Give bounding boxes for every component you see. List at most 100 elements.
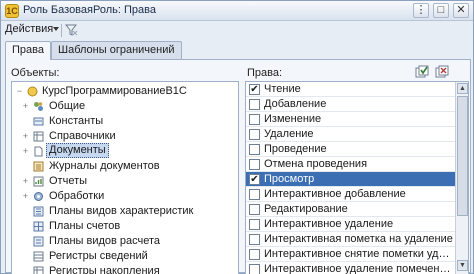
tree-item-label: Справочники (49, 130, 116, 142)
right-label: Интерактивное снятие пометки удале... (264, 248, 454, 260)
title-bar: 1С Роль БазоваяРоль: Права ⋮ □ ✕ (1, 1, 473, 21)
window-title: Роль БазоваяРоль: Права (23, 4, 156, 16)
right-checkbox[interactable] (249, 204, 260, 215)
information-register-icon (33, 251, 44, 262)
right-row-unposting[interactable]: Отмена проведения (246, 157, 455, 172)
right-row-add[interactable]: Добавление (246, 97, 455, 112)
expand-icon[interactable]: + (22, 132, 29, 141)
tab-strip: Права Шаблоны ограничений (5, 41, 471, 60)
right-label: Редактирование (264, 203, 348, 215)
tree-item-label: Журналы документов (49, 160, 160, 172)
right-checkbox[interactable] (249, 234, 260, 245)
right-checkbox[interactable] (249, 144, 260, 155)
right-label: Интерактивное удаление помеченных (264, 263, 454, 274)
more-icon[interactable]: ⋮ (413, 3, 429, 18)
tree-item-processing[interactable]: + Обработки (12, 189, 238, 204)
right-row-edit[interactable]: Изменение (246, 112, 455, 127)
report-icon (33, 176, 44, 187)
tree-item-calculation-plans[interactable]: Планы видов расчета (12, 234, 238, 249)
right-checkbox[interactable] (249, 189, 260, 200)
tree-item-label: КурсПрограммированиеВ1С (42, 85, 187, 97)
tree-item-label: Общие (49, 100, 86, 112)
right-checkbox[interactable] (249, 99, 260, 110)
right-row-view[interactable]: ✔ Просмотр (246, 172, 455, 187)
tree-item-accumulation-registers[interactable]: Регистры накопления (12, 264, 238, 274)
rights-list[interactable]: ✔ Чтение Добавление Изменение Удаление П… (245, 81, 469, 274)
tree-item-label: Планы счетов (49, 220, 121, 232)
tree-item-label: Константы (49, 115, 104, 127)
maximize-button[interactable]: □ (433, 3, 449, 18)
tree-item-info-registers[interactable]: Регистры сведений (12, 249, 238, 264)
tree-item-characteristic-plans[interactable]: Планы видов характеристик (12, 204, 238, 219)
tree-item-label: Планы видов характеристик (49, 205, 194, 217)
chevron-down-icon[interactable] (53, 27, 59, 31)
check-all-icon[interactable] (415, 65, 431, 79)
right-row-read[interactable]: ✔ Чтение (246, 82, 455, 97)
tree-item-reports[interactable]: + Отчеты (12, 174, 238, 189)
scroll-thumb[interactable] (457, 96, 468, 216)
toolbar: Действия (1, 21, 473, 39)
tab-restriction-templates[interactable]: Шаблоны ограничений (51, 41, 182, 59)
tree-item-label: Документы (46, 143, 109, 158)
processing-gear-icon (34, 192, 43, 201)
tree-item-label: Планы видов расчета (49, 235, 161, 247)
tree-item-accounts-plans[interactable]: Планы счетов (12, 219, 238, 234)
right-checkbox[interactable] (249, 114, 260, 125)
tree-item-common[interactable]: + Общие (12, 99, 238, 114)
right-checkbox[interactable] (249, 129, 260, 140)
tree-item-documents[interactable]: + Документы (12, 143, 238, 159)
right-row-interactive-delete[interactable]: Интерактивное удаление (246, 217, 455, 232)
tree-item-catalogs[interactable]: + Справочники (12, 129, 238, 144)
expand-icon[interactable]: + (22, 192, 29, 201)
right-row-interactive-add[interactable]: Интерактивное добавление (246, 187, 455, 202)
uncheck-all-icon[interactable] (435, 65, 451, 79)
document-icon (34, 146, 43, 157)
right-checkbox[interactable]: ✔ (249, 174, 260, 185)
tree-item-constants[interactable]: Константы (12, 114, 238, 129)
tree-item-root[interactable]: − КурсПрограммированиеВ1С (12, 84, 238, 99)
tree-item-journals[interactable]: Журналы документов (12, 159, 238, 174)
right-label: Интерактивная пометка на удаление (264, 233, 453, 245)
journal-icon (33, 161, 44, 172)
right-checkbox[interactable] (249, 219, 260, 230)
scroll-up-icon[interactable]: ▲ (457, 83, 468, 94)
right-label: Отмена проведения (264, 158, 368, 170)
config-root-icon (27, 86, 38, 97)
expand-icon[interactable]: + (22, 102, 29, 111)
right-row-interactive-delete-marked[interactable]: Интерактивное удаление помеченных (246, 262, 455, 274)
right-row-interactive-mark-delete[interactable]: Интерактивная пометка на удаление (246, 232, 455, 247)
scroll-down-icon[interactable]: ▼ (457, 260, 468, 271)
toolbar-divider (61, 24, 62, 37)
rights-window: 1С Роль БазоваяРоль: Права ⋮ □ ✕ Действи… (0, 0, 474, 274)
right-label: Интерактивное добавление (264, 188, 406, 200)
objects-label: Объекты: (11, 67, 60, 79)
filter-funnel-icon[interactable] (64, 23, 78, 37)
right-label: Просмотр (264, 173, 315, 185)
tab-rights[interactable]: Права (5, 41, 51, 60)
right-row-editing[interactable]: Редактирование (246, 202, 455, 217)
tree-item-label: Регистры сведений (49, 250, 148, 262)
right-row-interactive-unmark[interactable]: Интерактивное снятие пометки удале... (246, 247, 455, 262)
expand-icon[interactable]: + (22, 147, 29, 156)
catalog-icon (33, 131, 44, 142)
right-row-posting[interactable]: Проведение (246, 142, 455, 157)
accumulation-register-icon (33, 266, 44, 274)
rights-scrollbar[interactable]: ▲ ▼ (455, 82, 468, 274)
objects-tree[interactable]: − КурсПрограммированиеВ1С + Общие Конста… (11, 81, 239, 274)
right-label: Удаление (264, 128, 314, 140)
right-label: Чтение (264, 83, 301, 95)
tree-item-label: Регистры накопления (49, 265, 160, 274)
right-checkbox[interactable] (249, 249, 260, 260)
actions-menu-button[interactable]: Действия (5, 23, 53, 38)
right-checkbox[interactable]: ✔ (249, 84, 260, 95)
collapse-icon[interactable]: − (16, 87, 23, 96)
right-checkbox[interactable] (249, 159, 260, 170)
rights-label: Права: (247, 67, 283, 79)
calculation-types-icon (33, 236, 44, 247)
right-label: Добавление (264, 98, 327, 110)
close-button[interactable]: ✕ (453, 3, 469, 18)
app-logo-icon: 1С (5, 4, 19, 18)
expand-icon[interactable]: + (22, 177, 29, 186)
right-row-delete[interactable]: Удаление (246, 127, 455, 142)
right-checkbox[interactable] (249, 264, 260, 274)
